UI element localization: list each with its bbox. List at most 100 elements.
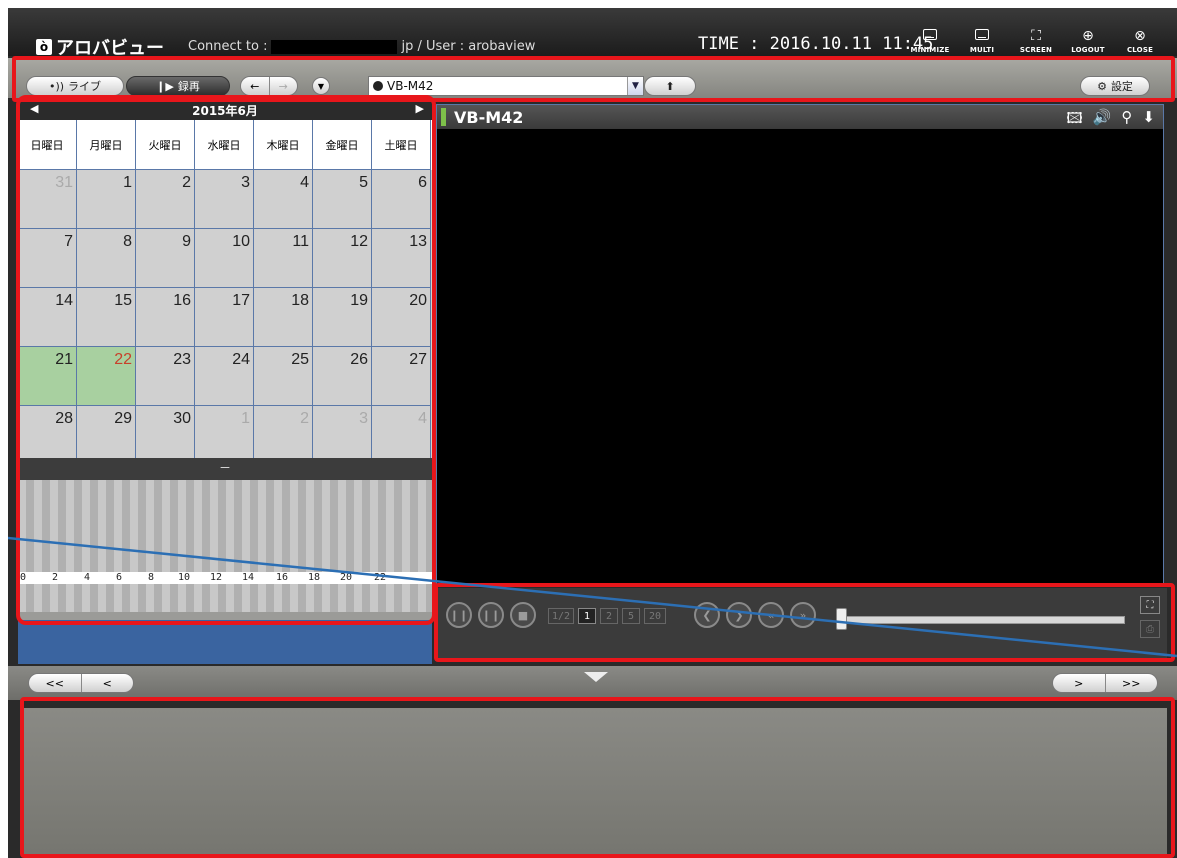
calendar-day[interactable]: 20 [372,288,431,347]
download-icon[interactable]: ⬇ [1142,108,1155,133]
speed-option[interactable]: 20 [644,608,666,624]
calendar-day[interactable]: 30 [136,406,195,465]
double-chevron-right-icon: » [799,608,807,622]
next-page-button[interactable]: > [1053,674,1105,692]
clock-readout: TIME : 2016.10.11 11:45 [698,34,934,54]
calendar-day[interactable]: 7 [18,229,77,288]
fast-forward-button[interactable]: » [790,602,816,628]
calendar-day[interactable]: 29 [77,406,136,465]
calendar-footer [18,620,432,664]
upload-button[interactable]: ⬆ [644,76,696,96]
weekday-label: 土曜日 [372,120,431,170]
forward-button[interactable]: → [268,77,297,95]
calendar-day[interactable]: 18 [254,288,313,347]
prev-page-button[interactable]: < [80,674,133,692]
calendar-day[interactable]: 23 [136,347,195,406]
calendar-day[interactable]: 5 [313,170,372,229]
chevron-right-icon: > [1074,676,1084,690]
speed-option-active[interactable]: 1 [578,608,596,624]
search-icon[interactable]: ⚲ [1121,108,1132,133]
history-menu-button[interactable]: ▼ [312,77,330,95]
calendar-day-recorded[interactable]: 21 [18,347,77,406]
calendar-day[interactable]: 3 [195,170,254,229]
logout-button[interactable]: ⊕ LOGOUT [1066,28,1110,54]
speed-option[interactable]: 5 [622,608,640,624]
camera-select[interactable]: VB-M42 ▼ [368,76,644,96]
back-button[interactable]: ← [241,77,269,95]
calendar-panel: ◀ 2015年6月 ▶ 日曜日 月曜日 火曜日 水曜日 木曜日 金曜日 土曜日 … [18,100,432,620]
calendar-day[interactable]: 19 [313,288,372,347]
pause-button[interactable]: ❙❙ [446,602,472,628]
stop-button[interactable]: ■ [510,602,536,628]
calendar-day[interactable]: 25 [254,347,313,406]
back-arrow-icon: ← [250,79,260,93]
calendar-week-row: 31 1 2 3 4 5 6 [18,170,432,229]
speed-option[interactable]: 1/2 [548,608,574,624]
timeline-collapse-handle[interactable]: － [18,458,432,480]
frame-back-button[interactable]: ❮ [694,602,720,628]
calendar-day[interactable]: 27 [372,347,431,406]
hour-tick-label: 18 [308,572,321,583]
calendar-day[interactable]: 13 [372,229,431,288]
speed-option[interactable]: 2 [600,608,618,624]
weekday-label: 木曜日 [254,120,313,170]
close-button[interactable]: ⊗ CLOSE [1118,28,1162,54]
dropdown-arrow-icon[interactable]: ▼ [627,77,643,95]
calendar-day-today[interactable]: 22 [77,347,136,406]
calendar-day[interactable]: 31 [18,170,77,229]
list-nav-bar: << < > >> [8,666,1177,700]
calendar-day[interactable]: 1 [77,170,136,229]
playback-button[interactable]: ❙▶ 録再 [126,76,230,96]
calendar-day[interactable]: 14 [18,288,77,347]
playback-position-track[interactable] [841,616,1125,624]
calendar-day[interactable]: 6 [372,170,431,229]
calendar-day[interactable]: 28 [18,406,77,465]
first-page-button[interactable]: << [29,674,81,692]
calendar-day[interactable]: 4 [254,170,313,229]
print-button[interactable]: ⎙ [1140,620,1160,638]
hour-tick-label: 2 [52,572,59,583]
play-icon: ❙▶ [156,79,174,93]
weekday-label: 月曜日 [77,120,136,170]
weekday-label: 日曜日 [18,120,77,170]
live-button[interactable]: •)) ライブ [26,76,124,96]
expand-list-toggle[interactable] [584,672,608,682]
minimize-button[interactable]: MINIMIZE [908,28,952,54]
playback-controls: ❙❙ ❙❙ ■ 1/2 1 2 5 20 ❮ ❯ « » ⛶ ⎙ [436,588,1167,658]
calendar-day[interactable]: 16 [136,288,195,347]
fullscreen-icon: ⛶ [1031,28,1041,44]
calendar-day[interactable]: 15 [77,288,136,347]
calendar-day[interactable]: 2 [254,406,313,465]
playback-position-thumb[interactable] [836,608,847,630]
rewind-button[interactable]: « [758,602,784,628]
calendar-day[interactable]: 3 [313,406,372,465]
recording-list-area[interactable] [24,708,1167,854]
settings-button[interactable]: ⚙ 設定 [1080,76,1150,96]
next-month-button[interactable]: ▶ [416,102,424,115]
calendar-day[interactable]: 10 [195,229,254,288]
speaker-icon[interactable]: 🔊 [1093,108,1112,133]
frame-forward-button[interactable]: ❯ [726,602,752,628]
calendar-day[interactable]: 26 [313,347,372,406]
close-icon: ⊗ [1134,28,1146,44]
fit-screen-button[interactable]: ⛶ [1140,596,1160,614]
hour-tick-label: 0 [20,572,27,583]
calendar-day[interactable]: 24 [195,347,254,406]
video-camera-name: VB-M42 [454,107,524,127]
triangle-right-icon: ▶ [415,102,424,115]
last-page-button[interactable]: >> [1104,674,1157,692]
calendar-day[interactable]: 9 [136,229,195,288]
recording-timeline[interactable]: 0 2 4 6 8 10 12 14 16 18 20 22 [18,480,432,612]
multi-button[interactable]: MULTI [960,28,1004,54]
calendar-day[interactable]: 1 [195,406,254,465]
calendar-day[interactable]: 8 [77,229,136,288]
calendar-day[interactable]: 17 [195,288,254,347]
calendar-day[interactable]: 11 [254,229,313,288]
step-pause-button[interactable]: ❙❙ [478,602,504,628]
screen-button[interactable]: ⛶ SCREEN [1014,28,1058,54]
calendar-week-row: 28 29 30 1 2 3 4 [18,406,432,465]
snapshot-icon[interactable]: 🖾 [1066,108,1082,133]
calendar-day[interactable]: 12 [313,229,372,288]
calendar-day[interactable]: 2 [136,170,195,229]
calendar-day[interactable]: 4 [372,406,431,465]
